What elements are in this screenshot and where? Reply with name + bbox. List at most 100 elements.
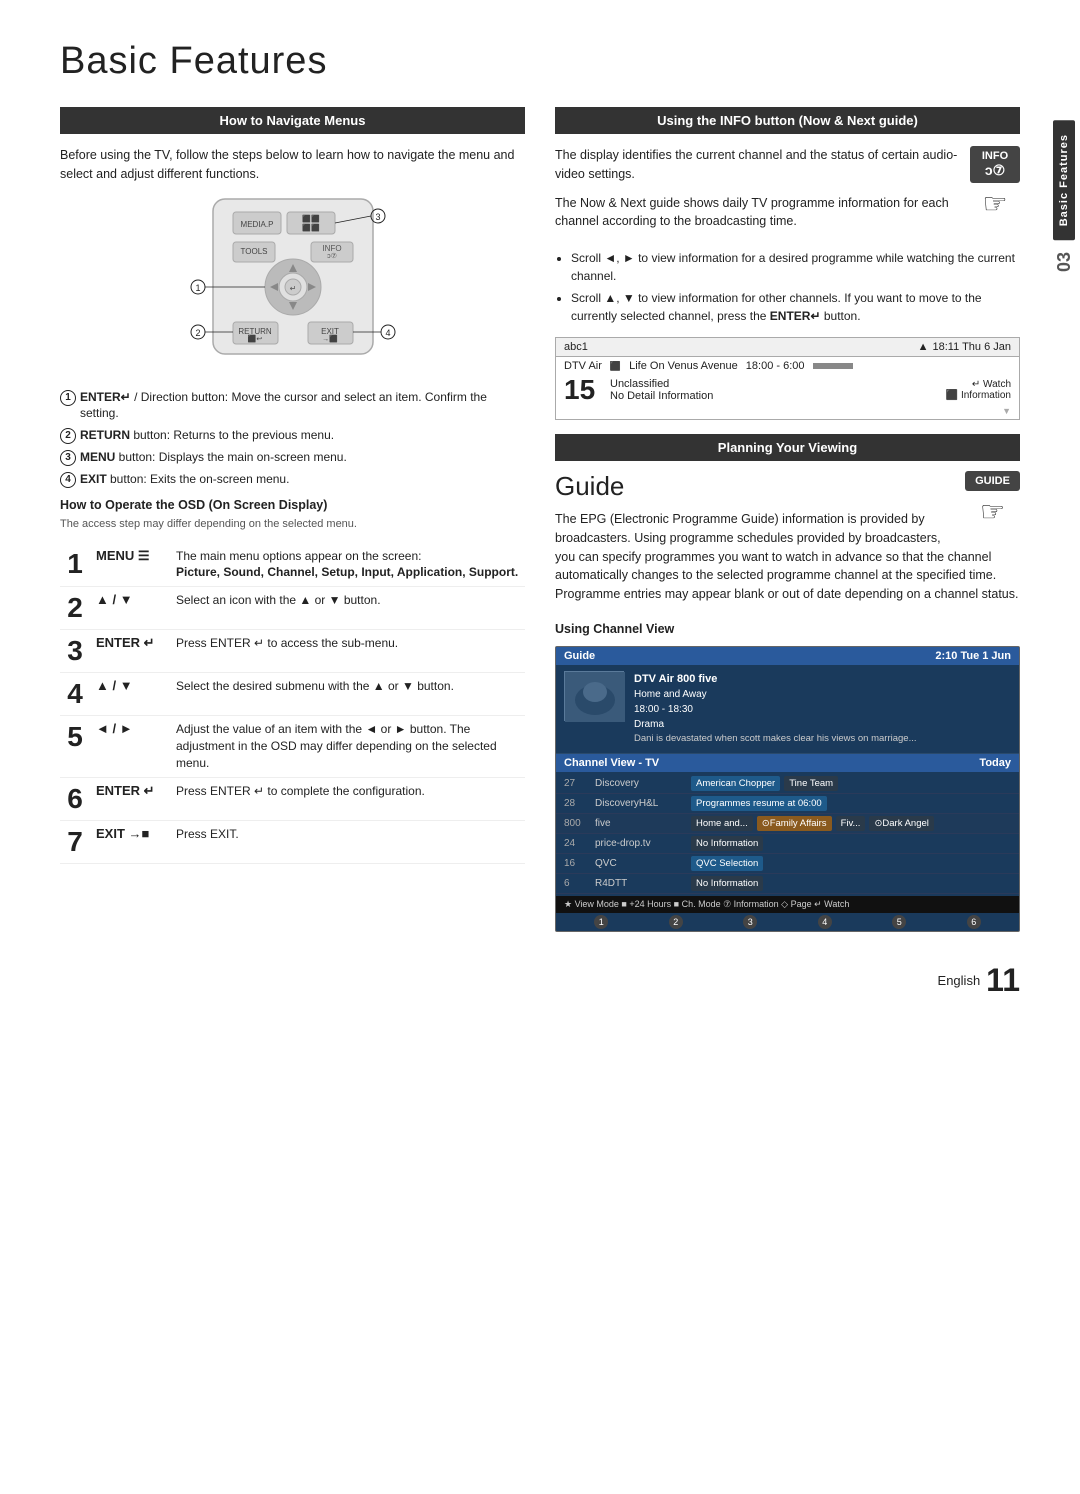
- dtv-air-label: DTV Air: [564, 360, 602, 372]
- channel-info-row: DTV Air ⬛ Life On Venus Avenue 18:00 - 6…: [556, 357, 1019, 419]
- svg-text:⬛↩: ⬛↩: [247, 334, 262, 343]
- osd-row-4: 4 ▲ / ▼ Select the desired submenu with …: [60, 673, 525, 716]
- unclassified-label: Unclassified: [610, 378, 713, 390]
- guide-screen-timestamp: 2:10 Tue 1 Jun: [935, 650, 1011, 662]
- info-header: Using the INFO button (Now & Next guide): [555, 107, 1020, 134]
- svg-text:TOOLS: TOOLS: [240, 247, 267, 256]
- svg-text:EXIT: EXIT: [321, 327, 339, 336]
- osd-row-3: 3 ENTER ↵ Press ENTER ↵ to access the su…: [60, 630, 525, 673]
- info-bullet-2: Scroll ▲, ▼ to view information for othe…: [571, 289, 1020, 325]
- osd-row-2: 2 ▲ / ▼ Select an icon with the ▲ or ▼ b…: [60, 587, 525, 630]
- footer-num-2: 2: [669, 915, 683, 929]
- show-title: DTV Air 800 five: [634, 671, 917, 688]
- guide-preview-info: DTV Air 800 five Home and Away 18:00 - 1…: [634, 671, 917, 747]
- channel-number-big: 15: [564, 374, 604, 406]
- navigate-numbered-list: 1 ENTER↵ / Direction button: Move the cu…: [60, 389, 525, 489]
- svg-text:MEDIA.P: MEDIA.P: [240, 220, 273, 229]
- guide-hand-icon: ☞: [965, 495, 1020, 528]
- channel-actions: ↵ Watch ⬛ Information: [946, 379, 1011, 401]
- nav-label-1: 1: [60, 390, 76, 406]
- info-button-label: INFOↄ⑦: [970, 146, 1020, 183]
- remote-diagram: MEDIA.P ⬛⬛ ⬛⬛ TOOLS INFO ↄ⑦: [60, 194, 525, 379]
- svg-text:ↄ⑦: ↄ⑦: [327, 252, 337, 260]
- prog-name: Life On Venus Avenue: [629, 360, 738, 372]
- channel-info-header: abc1 ▲ 18:11 Thu 6 Jan: [556, 338, 1019, 357]
- svg-text:↵: ↵: [289, 284, 296, 293]
- guide-screen-title: Guide: [564, 650, 595, 662]
- nav-label-2: 2: [60, 428, 76, 444]
- channel-view-label: Using Channel View: [555, 622, 1020, 636]
- nav-item-3: 3 MENU button: Displays the main on-scre…: [60, 449, 525, 466]
- page-footer: English 11: [60, 962, 1020, 999]
- page-sidebar: Basic Features 03: [1048, 0, 1080, 1494]
- guide-ch-row-28: 28 DiscoveryH&L Programmes resume at 06:…: [556, 794, 1019, 814]
- sidebar-section-num: 03: [1054, 252, 1075, 272]
- svg-text:→⬛: →⬛: [322, 334, 338, 343]
- channel-timestamp: ▲ 18:11 Thu 6 Jan: [918, 341, 1011, 353]
- hand-press-icon: ☞: [970, 187, 1020, 220]
- guide-footer-numbers: 1 2 3 4 5 6: [556, 913, 1019, 931]
- guide-button-label: GUIDE: [965, 471, 1020, 491]
- prog-bar: [813, 363, 853, 369]
- guide-screen: Guide 2:10 Tue 1 Jun DTV Air 800: [555, 646, 1020, 932]
- guide-ch-label: Channel View - TV Today: [556, 754, 1019, 772]
- nav-label-3: 3: [60, 450, 76, 466]
- page-title: Basic Features: [60, 40, 1020, 83]
- guide-ch-row-24: 24 price-drop.tv No Information: [556, 834, 1019, 854]
- guide-footer: ★ View Mode ■ +24 Hours ■ Ch. Mode ⑦ Inf…: [556, 896, 1019, 913]
- info-button-section: Using the INFO button (Now & Next guide)…: [555, 107, 1020, 420]
- info-intro-1: The display identifies the current chann…: [555, 146, 1020, 184]
- osd-row-6: 6 ENTER ↵ Press ENTER ↵ to complete the …: [60, 777, 525, 820]
- nav-item-1: 1 ENTER↵ / Direction button: Move the cu…: [60, 389, 525, 423]
- svg-text:⬛⬛: ⬛⬛: [302, 223, 320, 232]
- channel-name: abc1: [564, 341, 588, 353]
- planning-header: Planning Your Viewing: [555, 434, 1020, 461]
- osd-row-1: 1 MENU ☰ The main menu options appear on…: [60, 543, 525, 587]
- guide-ch-row-6: 6 R4DTT No Information: [556, 874, 1019, 894]
- svg-text:⬛⬛: ⬛⬛: [302, 214, 320, 223]
- guide-screen-header: Guide 2:10 Tue 1 Jun: [556, 647, 1019, 665]
- show-subtitle: Home and Away: [634, 687, 917, 702]
- dtv-icon: ⬛: [610, 361, 621, 372]
- footer-num-1: 1: [594, 915, 608, 929]
- svg-text:INFO: INFO: [322, 244, 341, 253]
- osd-row-5: 5 ◄ / ► Adjust the value of an item with…: [60, 716, 525, 777]
- footer-num-4: 4: [818, 915, 832, 929]
- planning-section: Planning Your Viewing GUIDE ☞ Guide The …: [555, 434, 1020, 932]
- navigate-intro: Before using the TV, follow the steps be…: [60, 146, 525, 184]
- footer-num-6: 6: [967, 915, 981, 929]
- osd-row-7: 7 EXIT →■ Press EXIT.: [60, 820, 525, 863]
- guide-intro: The EPG (Electronic Programme Guide) inf…: [555, 510, 1020, 604]
- guide-preview-row: DTV Air 800 five Home and Away 18:00 - 1…: [556, 665, 1019, 754]
- nav-label-4: 4: [60, 472, 76, 488]
- watch-label: ↵ Watch: [946, 379, 1011, 390]
- footer-page-number: 11: [986, 962, 1020, 999]
- info-button-img-box: INFOↄ⑦ ☞: [970, 146, 1020, 220]
- guide-title: Guide: [555, 471, 1020, 502]
- nav-item-4: 4 EXIT button: Exits the on-screen menu.: [60, 471, 525, 488]
- show-desc: Dani is devastated when scott makes clea…: [634, 732, 917, 746]
- svg-text:1: 1: [195, 283, 200, 293]
- guide-button-box: GUIDE ☞: [965, 471, 1020, 528]
- show-time: 18:00 - 18:30: [634, 702, 917, 717]
- footer-num-3: 3: [743, 915, 757, 929]
- osd-section: How to Operate the OSD (On Screen Displa…: [60, 498, 525, 863]
- navigate-menus-section: How to Navigate Menus Before using the T…: [60, 107, 525, 864]
- svg-text:3: 3: [375, 212, 380, 222]
- osd-subheading: How to Operate the OSD (On Screen Displa…: [60, 498, 525, 512]
- show-genre: Drama: [634, 717, 917, 732]
- information-label: ⬛ Information: [946, 390, 1011, 401]
- info-bullet-1: Scroll ◄, ► to view information for a de…: [571, 249, 1020, 285]
- footer-language: English: [938, 973, 981, 988]
- guide-preview-image: [564, 671, 624, 721]
- footer-num-5: 5: [892, 915, 906, 929]
- guide-ch-row-16: 16 QVC QVC Selection: [556, 854, 1019, 874]
- svg-text:4: 4: [385, 328, 390, 338]
- svg-text:2: 2: [195, 328, 200, 338]
- info-intro-2: The Now & Next guide shows daily TV prog…: [555, 194, 1020, 232]
- guide-ch-row-800: 800 five Home and... ⊙Family Affairs Fiv…: [556, 814, 1019, 834]
- sidebar-section-label: Basic Features: [1053, 120, 1075, 240]
- nav-item-2: 2 RETURN button: Returns to the previous…: [60, 427, 525, 444]
- navigate-header: How to Navigate Menus: [60, 107, 525, 134]
- guide-ch-row-27: 27 Discovery American Chopper Tine Team: [556, 774, 1019, 794]
